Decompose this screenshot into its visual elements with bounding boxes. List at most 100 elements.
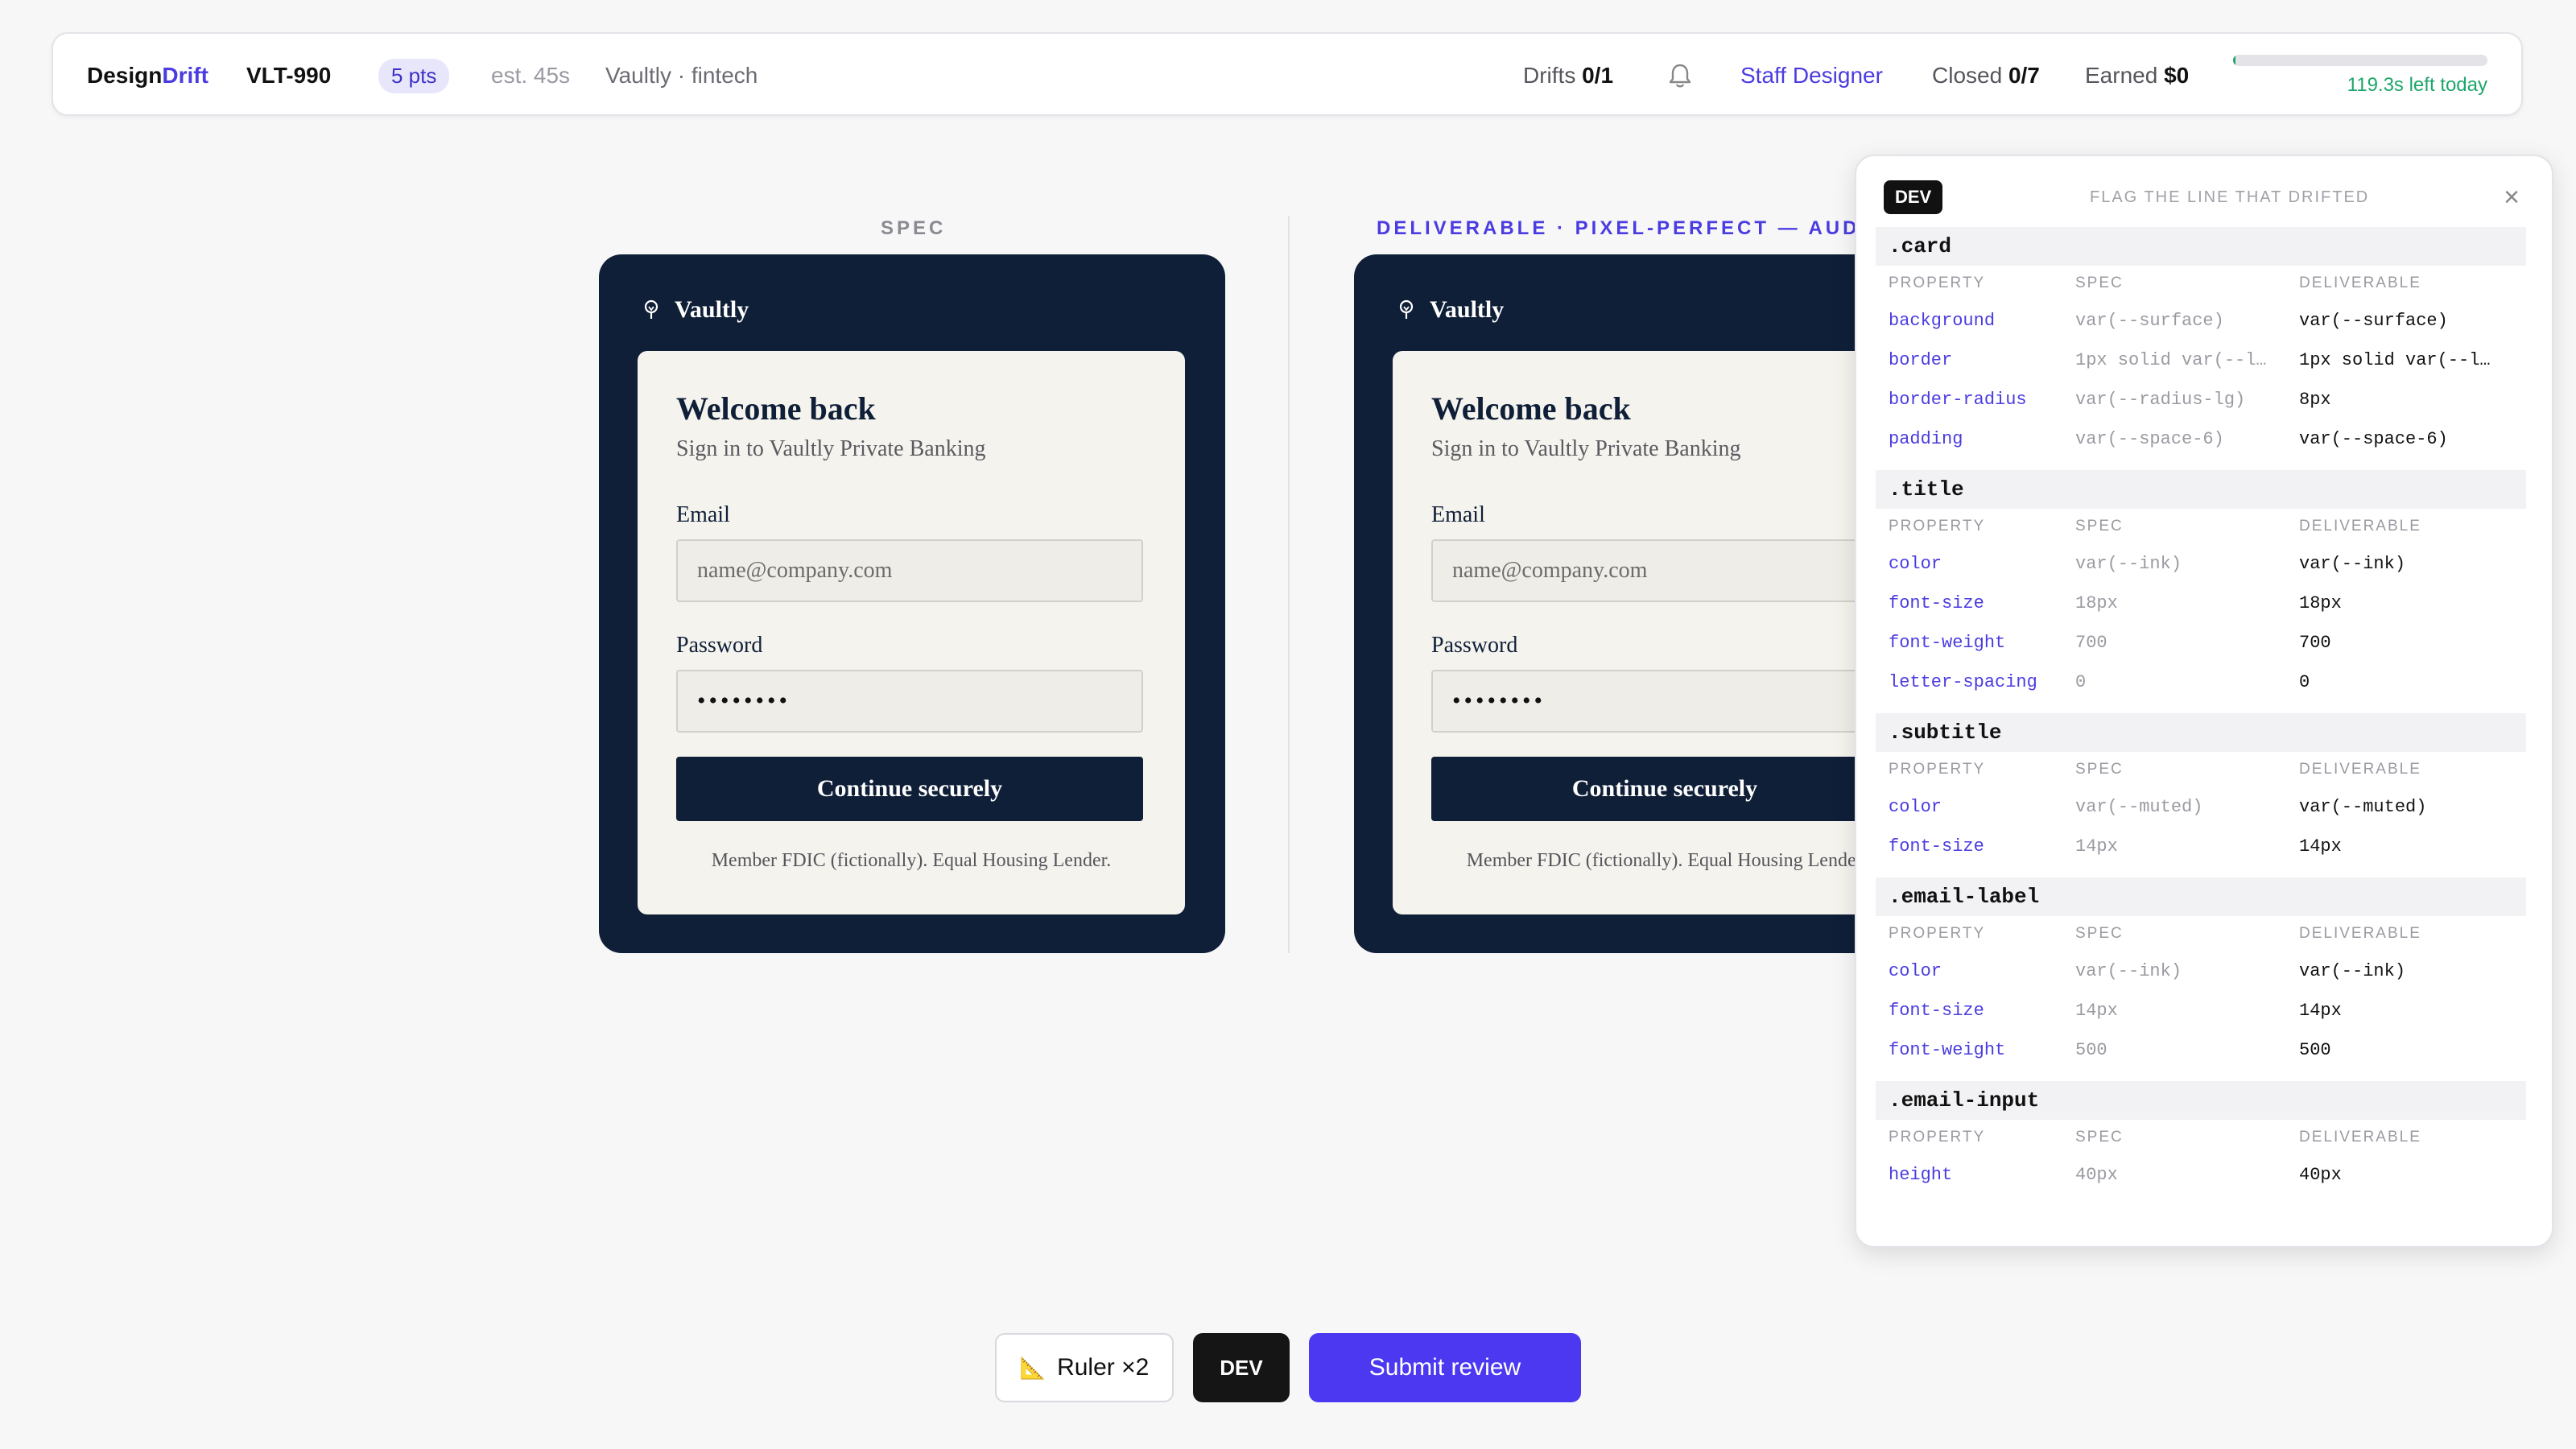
ruler-icon: 📐 <box>1019 1355 1046 1380</box>
email-placeholder: name@company.com <box>1452 558 1648 583</box>
logo-text: Vaultly <box>675 296 749 323</box>
password-value: •••••••• <box>1452 687 1546 714</box>
submit-review-button[interactable]: Submit review <box>1309 1333 1581 1402</box>
dev-cell-deliverable: 700 <box>2299 633 2331 653</box>
dev-property-row[interactable]: background var(--surface) var(--surface) <box>1876 301 2526 341</box>
dev-cell-property: color <box>1889 961 1942 981</box>
dev-cell-deliverable: 14px <box>2299 836 2342 857</box>
dev-column-header: DELIVERABLE <box>2299 1129 2421 1146</box>
dev-property-row[interactable]: border-radius var(--radius-lg) 8px <box>1876 380 2526 419</box>
ticket-id: VLT-990 <box>246 63 332 88</box>
dev-cell-deliverable: var(--surface) <box>2299 311 2448 331</box>
column-divider <box>1288 216 1290 953</box>
dev-property-row[interactable]: border 1px solid var(--l… 1px solid var(--… <box>1876 341 2526 380</box>
continue-button[interactable]: Continue securely <box>1431 757 1898 821</box>
dev-selector: .card <box>1876 227 2526 266</box>
dev-column-header: PROPERTY <box>1889 1129 1986 1146</box>
dev-cell-spec: var(--ink) <box>2075 554 2182 574</box>
card-title: Welcome back <box>676 390 876 427</box>
dev-table-header: PROPERTY SPEC DELIVERABLE <box>1876 509 2526 544</box>
close-icon[interactable]: × <box>2504 182 2520 213</box>
dev-cell-property: color <box>1889 554 1942 574</box>
points-badge: 5 pts <box>378 58 450 93</box>
earned-value: $0 <box>2164 63 2190 88</box>
dev-column-header: DELIVERABLE <box>2299 275 2421 291</box>
dev-column-header: DELIVERABLE <box>2299 518 2421 535</box>
dev-property-row[interactable]: font-size 18px 18px <box>1876 584 2526 623</box>
dev-cell-deliverable: 40px <box>2299 1165 2342 1185</box>
lightbulb-icon <box>644 299 658 319</box>
time-progress: 119.3s left today <box>2233 55 2487 97</box>
dev-column-header: SPEC <box>2075 761 2124 778</box>
dev-cell-spec: 18px <box>2075 593 2118 613</box>
dev-cell-spec: 1px solid var(--l… <box>2075 350 2267 370</box>
dev-table-header: PROPERTY SPEC DELIVERABLE <box>1876 916 2526 952</box>
dev-cell-property: font-weight <box>1889 1040 2006 1060</box>
dev-cell-spec: 14px <box>2075 1001 2118 1021</box>
password-input[interactable]: •••••••• <box>676 670 1143 733</box>
dev-cell-property: border <box>1889 350 1953 370</box>
bell-icon[interactable] <box>1668 34 1692 118</box>
drifts-label: Drifts <box>1523 63 1576 88</box>
dev-property-row[interactable]: font-weight 700 700 <box>1876 623 2526 663</box>
email-label: Email <box>1431 502 1485 527</box>
closed-label: Closed <box>1932 63 2003 88</box>
spec-column-label: SPEC <box>881 217 947 239</box>
ruler-button[interactable]: 📐 Ruler ×2 <box>995 1333 1174 1402</box>
email-input[interactable]: name@company.com <box>1431 539 1898 602</box>
dev-cell-deliverable: 14px <box>2299 1001 2342 1021</box>
dev-table-header: PROPERTY SPEC DELIVERABLE <box>1876 752 2526 787</box>
dev-cell-deliverable: var(--space-6) <box>2299 429 2448 449</box>
dev-inspector-panel: DEV FLAG THE LINE THAT DRIFTED × .card PR… <box>1855 155 2553 1248</box>
dev-cell-property: padding <box>1889 429 1963 449</box>
dev-cell-spec: var(--radius-lg) <box>2075 390 2246 410</box>
dev-column-header: DELIVERABLE <box>2299 925 2421 942</box>
dev-cell-property: letter-spacing <box>1889 672 2037 692</box>
dev-table-header: PROPERTY SPEC DELIVERABLE <box>1876 1120 2526 1155</box>
dev-hint: FLAG THE LINE THAT DRIFTED <box>2090 188 2370 206</box>
drifts-counter: Drifts 0/1 <box>1523 34 1613 118</box>
dev-column-header: SPEC <box>2075 925 2124 942</box>
password-input[interactable]: •••••••• <box>1431 670 1898 733</box>
dev-toggle-button[interactable]: DEV <box>1193 1333 1290 1402</box>
closed-value: 0/7 <box>2008 63 2040 88</box>
dev-property-row[interactable]: padding var(--space-6) var(--space-6) <box>1876 419 2526 459</box>
dev-selector: .email-label <box>1876 877 2526 916</box>
dev-property-row[interactable]: color var(--ink) var(--ink) <box>1876 544 2526 584</box>
dev-column-header: SPEC <box>2075 275 2124 291</box>
email-label: Email <box>676 502 730 527</box>
estimate-label: est. 45s <box>491 63 571 88</box>
dev-cell-property: background <box>1889 311 1996 331</box>
dev-table-header: PROPERTY SPEC DELIVERABLE <box>1876 266 2526 301</box>
brand-accent: Drift <box>162 63 208 88</box>
card-subtitle: Sign in to Vaultly Private Banking <box>1431 436 1741 461</box>
dev-selector: .email-input <box>1876 1081 2526 1120</box>
role-label[interactable]: Staff Designer <box>1740 34 1883 118</box>
ruler-label: Ruler ×2 <box>1057 1354 1150 1381</box>
dev-cell-deliverable: var(--ink) <box>2299 961 2406 981</box>
dev-cell-property: font-size <box>1889 836 1984 857</box>
password-value: •••••••• <box>697 687 791 714</box>
card-subtitle: Sign in to Vaultly Private Banking <box>676 436 986 461</box>
dev-cell-property: border-radius <box>1889 390 2027 410</box>
progress-fill <box>2233 55 2236 66</box>
card-title: Welcome back <box>1431 390 1631 427</box>
dev-property-row[interactable]: font-size 14px 14px <box>1876 827 2526 866</box>
logo-text: Vaultly <box>1430 296 1505 323</box>
dev-cell-spec: 40px <box>2075 1165 2118 1185</box>
dev-property-row[interactable]: letter-spacing 0 0 <box>1876 663 2526 702</box>
continue-button[interactable]: Continue securely <box>676 757 1143 821</box>
dev-cell-spec: 500 <box>2075 1040 2107 1060</box>
dev-property-row[interactable]: height 40px 40px <box>1876 1155 2526 1195</box>
dev-property-row[interactable]: font-size 14px 14px <box>1876 991 2526 1030</box>
dev-property-row[interactable]: font-weight 500 500 <box>1876 1030 2526 1070</box>
email-input[interactable]: name@company.com <box>676 539 1143 602</box>
dev-cell-spec: 0 <box>2075 672 2087 692</box>
dev-property-row[interactable]: color var(--muted) var(--muted) <box>1876 787 2526 827</box>
card-footer: Member FDIC (fictionally). Equal Housing… <box>711 850 1112 871</box>
dev-cell-deliverable: 8px <box>2299 390 2331 410</box>
top-bar: Design Drift VLT-990 5 pts est. 45s Vault… <box>52 32 2523 116</box>
dev-property-row[interactable]: color var(--ink) var(--ink) <box>1876 952 2526 991</box>
lightbulb-icon <box>1399 299 1414 319</box>
dev-column-header: PROPERTY <box>1889 275 1986 291</box>
